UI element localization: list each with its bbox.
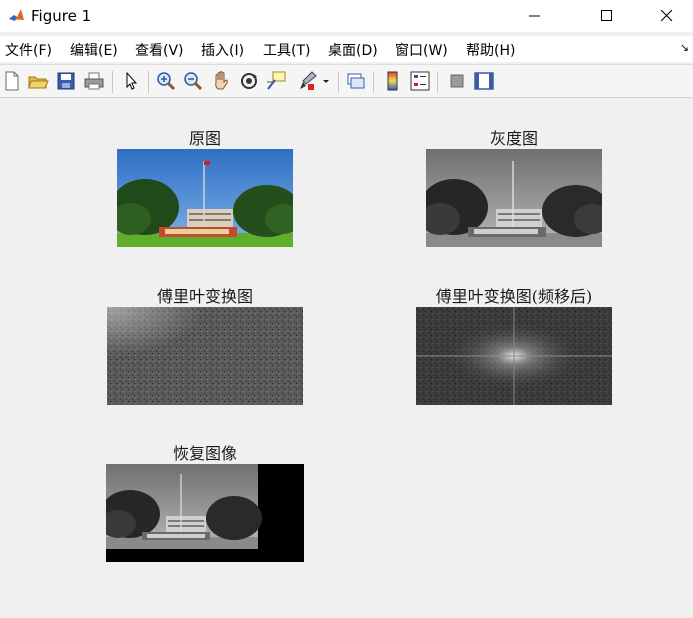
toolbar (0, 64, 693, 98)
print-icon[interactable] (83, 70, 105, 92)
open-file-icon[interactable] (27, 70, 49, 92)
figure-canvas: 原图 灰度图 傅里叶变换图 傅里叶变换图(频移后) 恢复图像 (0, 98, 693, 618)
fft-shifted-image[interactable] (416, 307, 612, 405)
menu-insert[interactable]: 插入(I) (201, 40, 244, 60)
fft-image[interactable] (107, 307, 303, 405)
original-image[interactable] (117, 149, 293, 247)
menu-view[interactable]: 查看(V) (135, 40, 184, 60)
legend-icon[interactable] (409, 70, 431, 92)
minimize-button[interactable] (512, 0, 558, 32)
subplot-title-fft-shifted: 傅里叶变换图(频移后) (435, 287, 593, 306)
link-plot-icon[interactable] (345, 70, 367, 92)
grayscale-image[interactable] (426, 149, 602, 247)
brush-dropdown-icon[interactable] (321, 70, 331, 92)
hide-plot-tools-icon[interactable] (446, 70, 468, 92)
title-bar: Figure 1 (0, 0, 693, 32)
close-button[interactable] (644, 0, 690, 32)
subplot-title-original: 原图 (188, 129, 221, 148)
subplot-title-fft: 傅里叶变换图 (156, 287, 253, 306)
show-plot-tools-icon[interactable] (473, 70, 495, 92)
menu-file[interactable]: 文件(F) (5, 40, 52, 60)
colorbar-icon[interactable] (382, 70, 404, 92)
pointer-icon[interactable] (120, 70, 142, 92)
menu-desktop[interactable]: 桌面(D) (328, 40, 378, 60)
zoom-out-icon[interactable] (182, 70, 204, 92)
maximize-button[interactable] (584, 0, 630, 32)
toolbar-separator (338, 71, 339, 93)
menu-tools[interactable]: 工具(T) (263, 40, 310, 60)
subplot-title-restored: 恢复图像 (172, 444, 237, 463)
menu-window[interactable]: 窗口(W) (395, 40, 448, 60)
toolbar-separator (148, 71, 149, 93)
zoom-in-icon[interactable] (155, 70, 177, 92)
window-title: Figure 1 (31, 7, 92, 25)
toolbar-separator (112, 71, 113, 93)
matlab-icon (7, 6, 26, 25)
menu-dock-arrow-icon[interactable]: ↘ (680, 41, 689, 54)
rotate-3d-icon[interactable] (238, 70, 260, 92)
toolbar-separator (437, 71, 438, 93)
data-cursor-icon[interactable] (265, 70, 287, 92)
menu-help[interactable]: 帮助(H) (466, 40, 515, 60)
save-icon[interactable] (55, 70, 77, 92)
new-figure-icon[interactable] (1, 70, 23, 92)
restored-image[interactable] (106, 464, 304, 562)
brush-icon[interactable] (296, 70, 318, 92)
pan-icon[interactable] (210, 70, 232, 92)
menu-bar: 文件(F) 编辑(E) 查看(V) 插入(I) 工具(T) 桌面(D) 窗口(W… (0, 36, 693, 62)
menu-edit[interactable]: 编辑(E) (70, 40, 118, 60)
toolbar-separator (373, 71, 374, 93)
subplot-title-grayscale: 灰度图 (489, 129, 538, 148)
